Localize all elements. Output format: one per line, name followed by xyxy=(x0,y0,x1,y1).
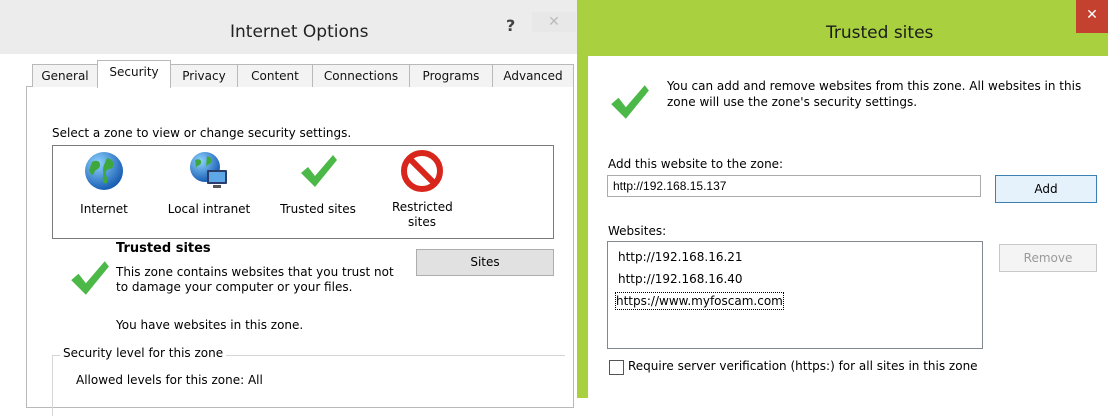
zone-restricted-sites-label: Restricted sites xyxy=(392,200,453,229)
tab-privacy[interactable]: Privacy xyxy=(170,64,238,87)
security-level-legend: Security level for this zone xyxy=(60,346,227,360)
zone-internet[interactable]: Internet xyxy=(64,150,144,217)
remove-button[interactable]: Remove xyxy=(999,244,1097,272)
add-button[interactable]: Add xyxy=(995,175,1097,203)
server-verification-checkbox[interactable] xyxy=(609,360,624,375)
tab-security[interactable]: Security xyxy=(97,60,171,88)
intranet-icon xyxy=(190,152,227,188)
zone-trusted-sites-label: Trusted sites xyxy=(280,202,356,216)
allowed-levels-text: Allowed levels for this zone: All xyxy=(76,373,263,387)
trusted-sites-close-button[interactable]: ✕ xyxy=(1076,0,1108,33)
internet-options-title: Internet Options xyxy=(230,22,369,42)
checkmark-icon xyxy=(611,85,649,119)
tab-content[interactable]: Content xyxy=(237,64,313,87)
tab-advanced[interactable]: Advanced xyxy=(492,64,574,87)
tab-programs[interactable]: Programs xyxy=(409,64,493,87)
zone-heading: Trusted sites xyxy=(116,241,211,256)
zone-internet-label: Internet xyxy=(80,202,128,216)
tab-connections[interactable]: Connections xyxy=(312,64,410,87)
internet-options-close-button[interactable]: ✕ xyxy=(532,12,576,32)
sites-button[interactable]: Sites xyxy=(416,249,554,276)
checkmark-icon xyxy=(301,155,337,187)
list-item[interactable]: https://www.myfoscam.com xyxy=(615,292,784,310)
zone-local-intranet[interactable]: Local intranet xyxy=(160,150,258,217)
zone-prompt: Select a zone to view or change security… xyxy=(52,126,352,140)
list-item[interactable]: http://192.168.16.21 xyxy=(618,249,743,265)
websites-list[interactable]: http://192.168.16.21 http://192.168.16.4… xyxy=(607,241,983,349)
zone-note: You have websites in this zone. xyxy=(116,318,304,332)
zone-restricted-sites[interactable]: Restricted sites xyxy=(378,150,466,230)
websites-label: Websites: xyxy=(608,224,667,238)
trusted-sites-title: Trusted sites xyxy=(826,23,934,43)
restricted-icon xyxy=(401,150,443,192)
checkmark-icon xyxy=(71,261,109,295)
zone-local-intranet-label: Local intranet xyxy=(167,202,251,216)
trusted-sites-info: You can add and remove websites from thi… xyxy=(667,79,1082,109)
add-website-input[interactable] xyxy=(607,175,981,197)
list-item[interactable]: http://192.168.16.40 xyxy=(618,271,743,287)
add-website-label: Add this website to the zone: xyxy=(608,157,784,171)
globe-icon xyxy=(85,152,123,190)
server-verification-label[interactable]: Require server verification (https:) for… xyxy=(628,359,978,373)
zone-description: This zone contains websites that you tru… xyxy=(116,265,394,294)
tab-general[interactable]: General xyxy=(32,64,98,87)
help-button[interactable]: ? xyxy=(506,16,515,35)
zone-trusted-sites[interactable]: Trusted sites xyxy=(270,150,366,217)
